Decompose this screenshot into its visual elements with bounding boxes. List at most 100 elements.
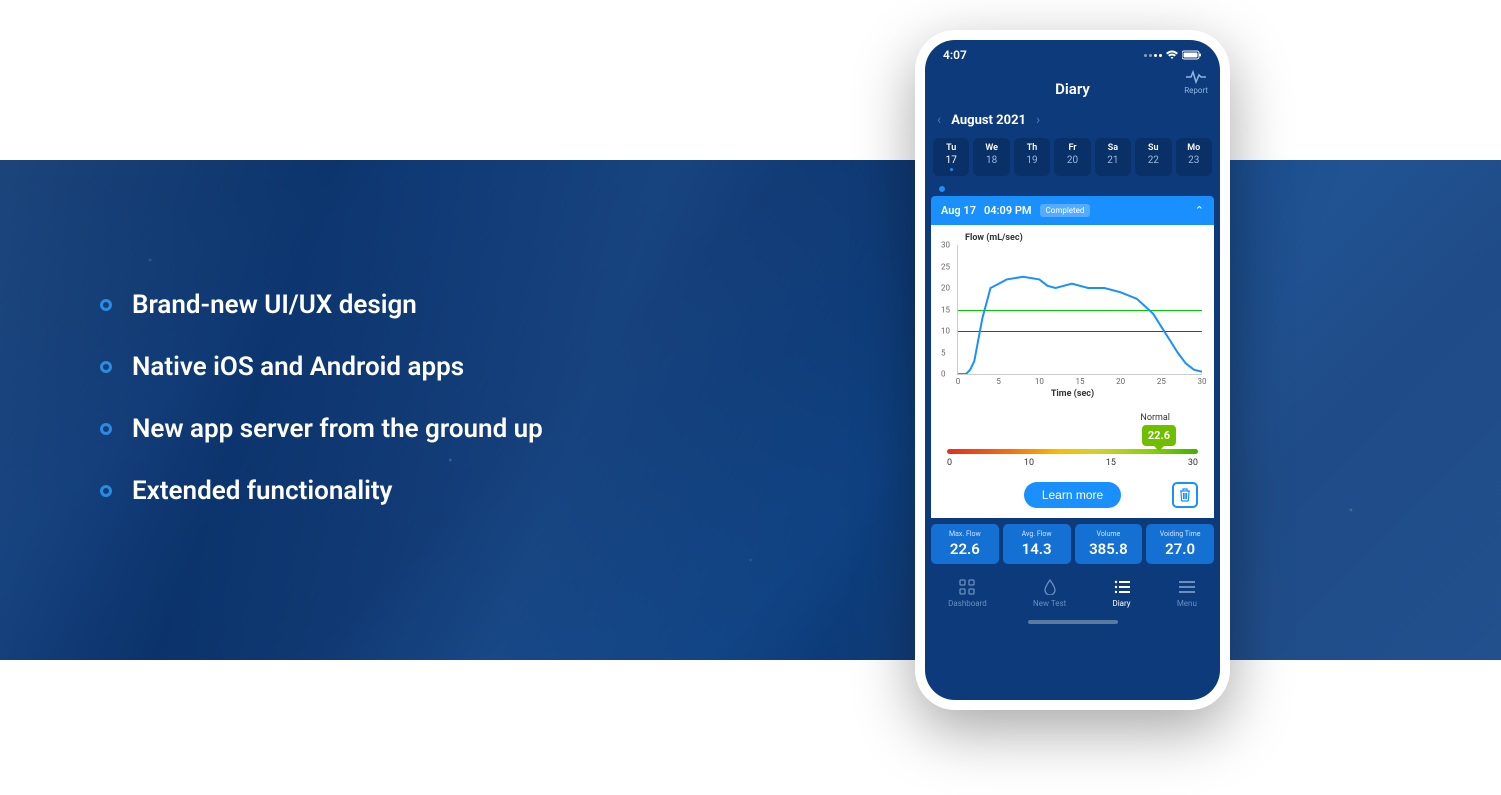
tab-bar: Dashboard New Test Diary Menu xyxy=(925,570,1220,620)
x-tick: 20 xyxy=(1116,377,1125,386)
day-of-week: Su xyxy=(1135,143,1171,153)
day-cell[interactable]: Tu17 xyxy=(933,138,969,176)
stat-value: 27.0 xyxy=(1148,540,1212,558)
stat-label: Voiding Time xyxy=(1148,530,1212,538)
day-number: 19 xyxy=(1014,155,1050,166)
pulse-icon xyxy=(1186,70,1206,84)
day-number: 20 xyxy=(1054,155,1090,166)
stats-row: Max. Flow 22.6 Avg. Flow 14.3 Volume 385.8 Voi… xyxy=(925,518,1220,570)
day-number: 22 xyxy=(1135,155,1171,166)
feature-item: Native iOS and Android apps xyxy=(100,352,543,382)
chart-y-axis-label: Flow (mL/sec) xyxy=(965,233,1208,243)
entry-card: Flow (mL/sec) 051015202530051015202530 T… xyxy=(931,225,1214,518)
tab-new-test[interactable]: New Test xyxy=(1033,578,1066,608)
title-bar: Diary Report xyxy=(925,70,1220,108)
day-of-week: Fr xyxy=(1054,143,1090,153)
stat-value: 14.3 xyxy=(1005,540,1069,558)
status-bar: 4:07 xyxy=(925,40,1220,70)
entry-time: 04:09 PM xyxy=(984,204,1032,217)
bullet-dot-icon xyxy=(100,423,112,435)
day-cell[interactable]: Sa 21 xyxy=(1095,138,1131,176)
report-button[interactable]: Report xyxy=(1184,70,1208,95)
tab-label: Diary xyxy=(1112,599,1130,608)
tab-label: New Test xyxy=(1033,599,1066,608)
bullet-dot-icon xyxy=(100,361,112,373)
scale-category-label: Normal xyxy=(947,413,1170,423)
feature-text: New app server from the ground up xyxy=(132,414,543,444)
tab-label: Dashboard xyxy=(948,599,987,608)
stat-value: 22.6 xyxy=(933,540,997,558)
day-of-week: We xyxy=(973,143,1009,153)
trash-icon xyxy=(1178,488,1192,502)
scale-ticks: 0 10 15 30 xyxy=(947,458,1198,468)
home-indicator xyxy=(1028,620,1118,624)
delete-button[interactable] xyxy=(1172,482,1198,508)
feature-item: Brand-new UI/UX design xyxy=(100,290,543,320)
collapse-icon: ⌃ xyxy=(1195,204,1204,217)
feature-text: Extended functionality xyxy=(132,476,392,506)
scale-tick: 10 xyxy=(1024,458,1034,468)
y-tick: 5 xyxy=(941,348,946,357)
day-cell[interactable]: We 18 xyxy=(973,138,1009,176)
day-number: 21 xyxy=(1095,155,1131,166)
x-tick: 0 xyxy=(956,377,961,386)
phone-mockup: 4:07 Diary Report ‹ August 2021 › Tu17We… xyxy=(915,30,1230,710)
feature-text: Native iOS and Android apps xyxy=(132,352,464,382)
scale-indicator: Normal 22.6 0 10 15 30 xyxy=(937,413,1208,468)
list-icon xyxy=(1112,578,1130,596)
stat-card: Voiding Time 27.0 xyxy=(1146,524,1214,564)
day-cell[interactable]: Fr 20 xyxy=(1054,138,1090,176)
tab-menu[interactable]: Menu xyxy=(1177,578,1197,608)
day-cell[interactable]: Su 22 xyxy=(1135,138,1171,176)
ocean-background: Brand-new UI/UX design Native iOS and An… xyxy=(0,160,1501,660)
y-tick: 30 xyxy=(941,241,950,250)
status-badge: Completed xyxy=(1040,204,1091,217)
day-cell[interactable]: Th 19 xyxy=(1014,138,1050,176)
day-number: 18 xyxy=(973,155,1009,166)
battery-icon xyxy=(1182,50,1202,60)
day-of-week: Sa xyxy=(1095,143,1131,153)
tab-dashboard[interactable]: Dashboard xyxy=(948,578,987,608)
x-tick: 25 xyxy=(1157,377,1166,386)
x-tick: 10 xyxy=(1035,377,1044,386)
stat-card: Max. Flow 22.6 xyxy=(931,524,999,564)
wifi-icon xyxy=(1165,50,1179,60)
month-label: August 2021 xyxy=(951,113,1026,128)
action-row: Learn more xyxy=(937,482,1208,508)
day-picker: Tu17 We 18 Th 19 Fr 20 Sa 21 Su 22 Mo23 xyxy=(925,132,1220,184)
phone-screen: 4:07 Diary Report ‹ August 2021 › Tu17We… xyxy=(925,40,1220,700)
entry-header[interactable]: Aug 17 04:09 PM Completed ⌃ xyxy=(931,196,1214,225)
entry-date: Aug 17 xyxy=(941,204,976,217)
day-marker-icon xyxy=(950,168,953,171)
tab-diary[interactable]: Diary xyxy=(1112,578,1130,608)
x-tick: 5 xyxy=(996,377,1001,386)
signal-icon xyxy=(1144,54,1162,57)
stat-label: Avg. Flow xyxy=(1005,530,1069,538)
stat-label: Max. Flow xyxy=(933,530,997,538)
feature-list: Brand-new UI/UX design Native iOS and An… xyxy=(100,290,543,538)
menu-icon xyxy=(1177,578,1197,596)
next-month-button[interactable]: › xyxy=(1036,112,1040,128)
scale-tick: 30 xyxy=(1188,458,1198,468)
y-tick: 25 xyxy=(941,262,950,271)
day-of-week: Th xyxy=(1014,143,1050,153)
x-tick: 15 xyxy=(1076,377,1085,386)
day-cell[interactable]: Mo23 xyxy=(1176,138,1212,176)
stat-value: 385.8 xyxy=(1077,540,1141,558)
page-title: Diary xyxy=(1055,80,1090,98)
y-tick: 20 xyxy=(941,284,950,293)
prev-month-button[interactable]: ‹ xyxy=(937,112,941,128)
stat-label: Volume xyxy=(1077,530,1141,538)
day-number: 23 xyxy=(1176,155,1212,166)
tab-label: Menu xyxy=(1177,599,1197,608)
flow-chart: 051015202530051015202530 xyxy=(957,245,1202,375)
scale-tick: 15 xyxy=(1106,458,1116,468)
month-navigation: ‹ August 2021 › xyxy=(925,108,1220,132)
grid-icon xyxy=(948,578,987,596)
scale-value-badge: 22.6 xyxy=(1142,425,1176,446)
learn-more-button[interactable]: Learn more xyxy=(1024,482,1121,508)
x-tick: 30 xyxy=(1198,377,1207,386)
scale-tick: 0 xyxy=(947,458,952,468)
report-label: Report xyxy=(1184,86,1208,95)
y-tick: 0 xyxy=(941,370,946,379)
